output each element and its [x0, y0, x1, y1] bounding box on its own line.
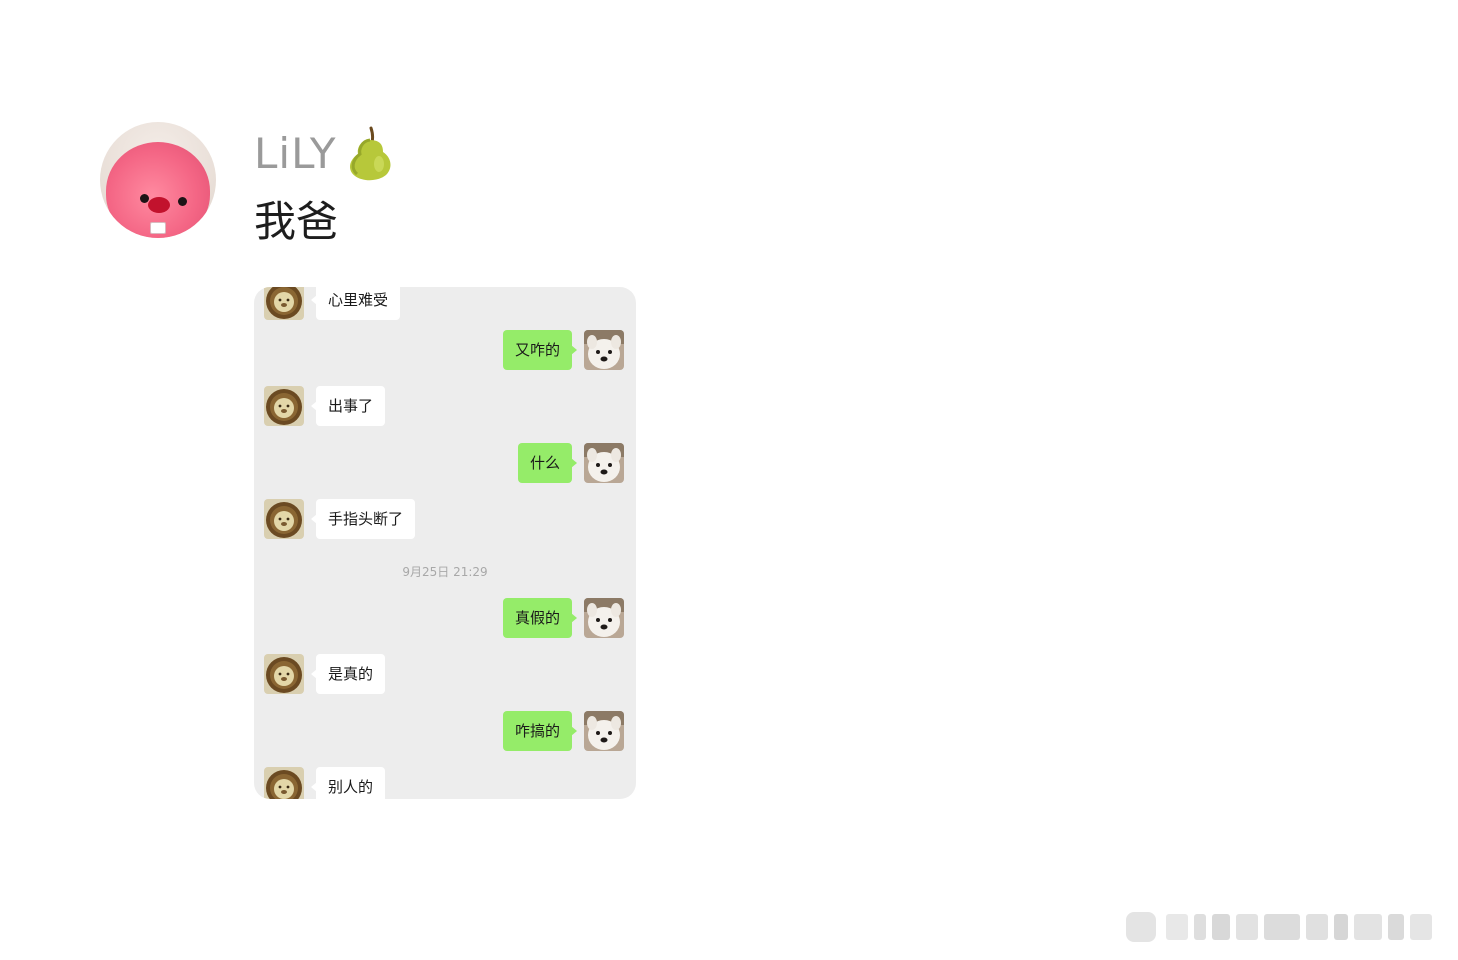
chat-bubble-sent: 真假的: [502, 598, 578, 638]
dog-avatar-icon: [584, 598, 624, 638]
chat-bubble-sent: 咋搞的: [502, 711, 578, 751]
lion-avatar-icon: [264, 386, 304, 426]
post-text: 我爸: [254, 197, 339, 246]
lion-avatar-icon: [264, 287, 304, 320]
avatar-teeth: [150, 222, 166, 234]
avatar-eye-right: [178, 197, 187, 206]
chat-bubble-received: 别人的: [310, 767, 386, 799]
avatar-nose: [148, 197, 170, 213]
username[interactable]: LiLY: [254, 128, 337, 180]
blurred-watermark-icon: [1126, 912, 1432, 942]
chat-bubble-received: 是真的: [310, 654, 386, 694]
dog-avatar-icon: [584, 443, 624, 483]
lion-avatar-icon: [264, 499, 304, 539]
chat-bubble-received: 心里难受: [310, 287, 401, 320]
pear-icon: [349, 126, 391, 181]
dog-avatar-icon: [584, 711, 624, 751]
lion-avatar-icon: [264, 767, 304, 799]
chat-bubble-received: 出事了: [310, 386, 386, 426]
chat-bubble-sent: 什么: [517, 443, 578, 483]
chat-timestamp: 9月25日 21:29: [402, 565, 488, 579]
chat-bubble-received: 手指头断了: [310, 499, 416, 539]
avatar-face: [106, 142, 210, 238]
dog-avatar-icon: [584, 330, 624, 370]
lion-avatar-icon: [264, 654, 304, 694]
pink-plush-avatar-icon[interactable]: [100, 122, 216, 238]
chat-bubble-sent: 又咋的: [502, 330, 578, 370]
chat-screenshot[interactable]: 心里难受 又咋的 出事了 什么 手指头断了 9月25日 21:29 真假的 是真…: [254, 287, 636, 799]
